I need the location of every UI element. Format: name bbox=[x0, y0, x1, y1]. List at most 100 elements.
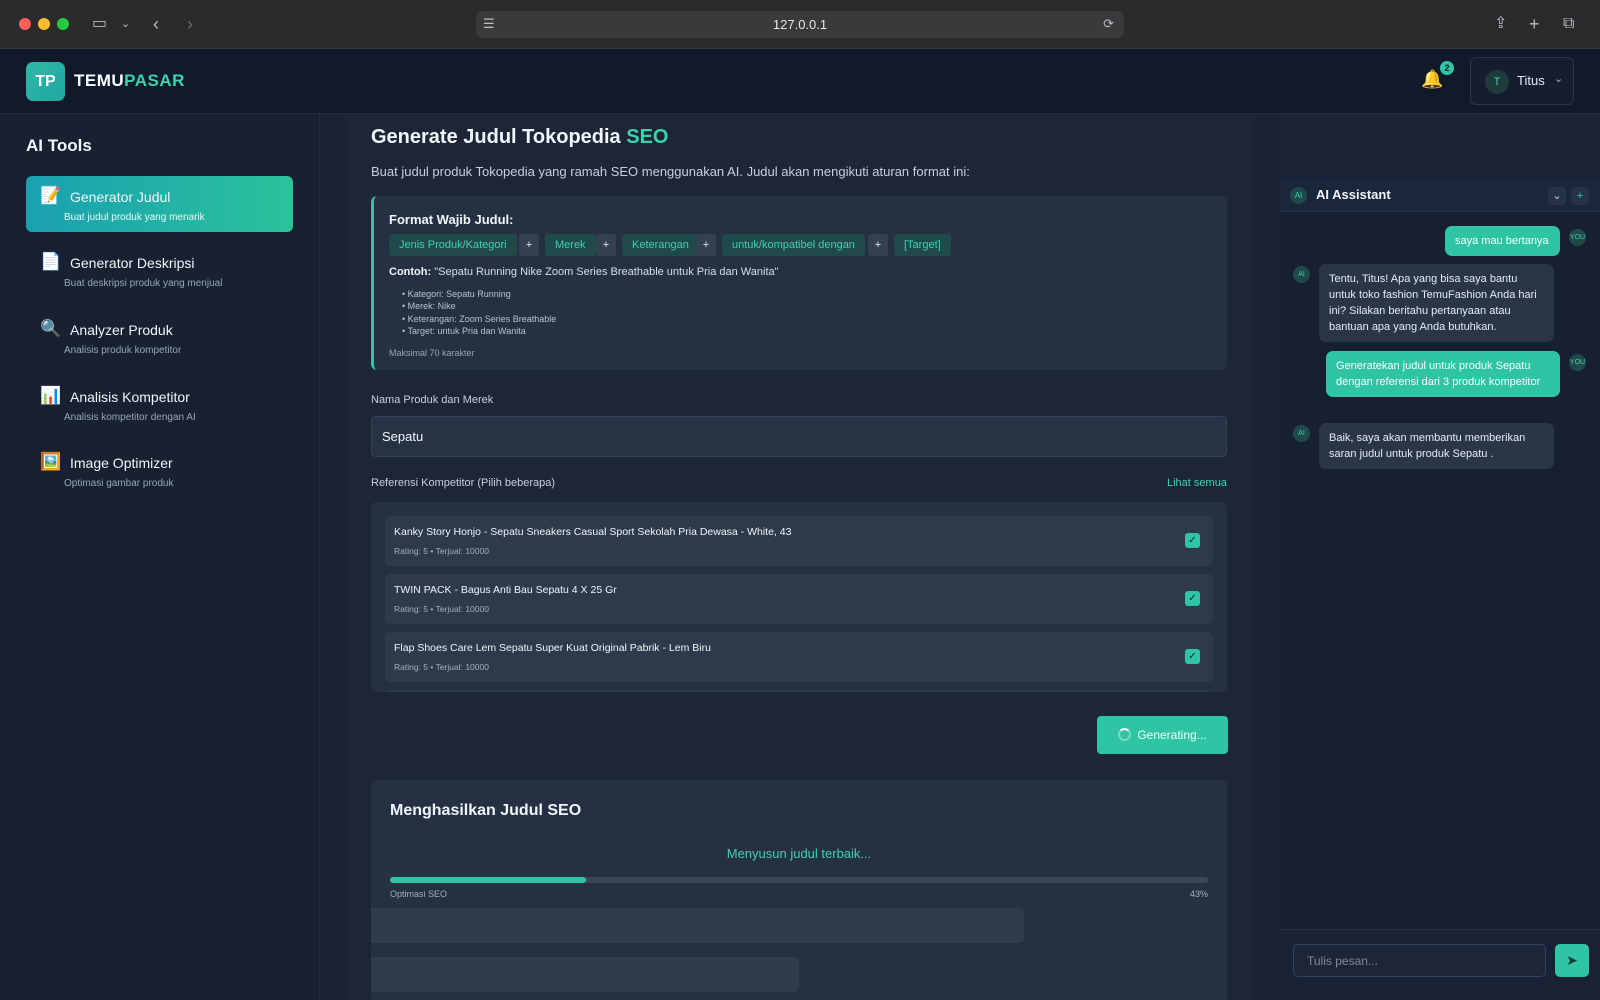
progress-bar bbox=[390, 877, 1208, 883]
competitor-checkbox[interactable]: ✓ bbox=[1185, 533, 1200, 548]
page-title-main: Generate Judul Tokopedia bbox=[371, 126, 621, 148]
user-name: Titus bbox=[1517, 73, 1545, 88]
max-characters-note: Maksimal 70 karakter bbox=[389, 348, 475, 358]
logo-icon[interactable]: TP bbox=[26, 62, 65, 101]
list-item[interactable]: Flap Shoes Care Lem Sepatu Super Kuat Or… bbox=[385, 632, 1213, 682]
back-icon[interactable]: ‹ bbox=[153, 14, 159, 34]
chevron-down-icon[interactable]: ⌄ bbox=[1548, 187, 1566, 205]
sidebar-item-analyzer-produk[interactable]: 🔍 Analyzer Produk Analisis produk kompet… bbox=[26, 309, 293, 365]
ai-avatar: AI bbox=[1290, 187, 1307, 204]
ai-avatar: AI bbox=[1293, 425, 1310, 442]
example-breakdown: • Kategori: Sepatu Running • Merek: Nike… bbox=[402, 288, 556, 338]
user-avatar: YOU bbox=[1569, 354, 1586, 371]
maximize-window-button[interactable] bbox=[57, 18, 69, 30]
example-text: "Sepatu Running Nike Zoom Series Breatha… bbox=[434, 266, 779, 278]
competitor-title: TWIN PACK - Bagus Anti Bau Sepatu 4 X 25… bbox=[394, 584, 617, 596]
forward-icon[interactable]: › bbox=[187, 14, 193, 34]
list-item[interactable]: Kanky Story Honjo - Sepatu Sneakers Casu… bbox=[385, 516, 1213, 566]
see-all-link[interactable]: Lihat semua bbox=[1167, 477, 1227, 489]
sidebar-item-desc: Optimasi gambar produk bbox=[64, 478, 174, 489]
tabs-overview-icon[interactable]: ⧉ bbox=[1563, 14, 1574, 34]
sidebar-title: AI Tools bbox=[26, 136, 92, 155]
format-chip-brand: Merek bbox=[545, 234, 596, 256]
ai-assistant-panel: AI AI Assistant ⌄ + saya mau bertanya YO… bbox=[1280, 114, 1600, 1000]
sidebar-toggle-icon[interactable]: ▭ bbox=[92, 14, 107, 34]
sidebar-item-image-optimizer[interactable]: 🖼️ Image Optimizer Optimasi gambar produ… bbox=[26, 442, 293, 498]
format-plus: + bbox=[596, 234, 616, 256]
generate-button-label: Generating... bbox=[1137, 728, 1207, 742]
user-avatar: YOU bbox=[1569, 229, 1586, 246]
chevron-down-icon[interactable]: ⌄ bbox=[121, 14, 130, 34]
chevron-down-icon: ⌄ bbox=[1554, 73, 1564, 85]
progress-fill bbox=[390, 877, 587, 883]
progress-label: Optimasi SEO bbox=[390, 889, 448, 899]
format-title: Format Wajib Judul: bbox=[389, 212, 514, 227]
new-chat-icon[interactable]: + bbox=[1571, 187, 1589, 205]
product-name-input[interactable] bbox=[371, 416, 1227, 457]
close-window-button[interactable] bbox=[19, 18, 31, 30]
skeleton-placeholder bbox=[371, 957, 799, 992]
send-icon: ➤ bbox=[1566, 952, 1578, 968]
sidebar-item-desc: Analisis kompetitor dengan AI bbox=[64, 412, 196, 423]
sidebar-item-desc: Buat judul produk yang menarik bbox=[64, 212, 205, 223]
translate-reload-icon[interactable]: ⟳ bbox=[1103, 16, 1114, 32]
sidebar-item-analisis-kompetitor[interactable]: 📊 Analisis Kompetitor Analisis kompetito… bbox=[26, 376, 293, 432]
page-subtitle: Buat judul produk Tokopedia yang ramah S… bbox=[371, 164, 970, 179]
format-chip-target: [Target] bbox=[894, 234, 951, 256]
bell-icon[interactable]: 🔔 bbox=[1421, 69, 1443, 90]
example-bullet: • Keterangan: Zoom Series Breathable bbox=[402, 313, 557, 324]
format-chip-category: Jenis Produk/Kategori bbox=[389, 234, 517, 256]
competitor-meta: Rating: 5 • Terjual: 10000 bbox=[394, 604, 489, 614]
magnifier-icon: 🔍 bbox=[40, 319, 62, 338]
send-button[interactable]: ➤ bbox=[1555, 944, 1589, 977]
competitor-title: Kanky Story Honjo - Sepatu Sneakers Casu… bbox=[394, 526, 792, 538]
generate-button[interactable]: Generating... bbox=[1097, 716, 1228, 754]
sidebar-item-label: Analisis Kompetitor bbox=[70, 389, 190, 405]
competitor-checkbox[interactable]: ✓ bbox=[1185, 649, 1200, 664]
app-header: TP TEMUPASAR 🔔 2 T Titus ⌄ bbox=[0, 49, 1600, 114]
list-item[interactable] bbox=[385, 690, 1213, 692]
sidebar-item-label: Generator Deskripsi bbox=[70, 255, 195, 271]
bar-chart-icon: 📊 bbox=[40, 386, 62, 405]
minimize-window-button[interactable] bbox=[38, 18, 50, 30]
assistant-title: AI Assistant bbox=[1316, 187, 1391, 202]
format-rules-box: Format Wajib Judul: Jenis Produk/Kategor… bbox=[371, 196, 1227, 370]
result-card: Menghasilkan Judul SEO Menyusun judul te… bbox=[371, 780, 1227, 1000]
notification-badge: 2 bbox=[1440, 61, 1454, 75]
memo-icon: 📝 bbox=[40, 186, 62, 205]
sidebar-item-generator-judul[interactable]: 📝 Generator Judul Buat judul produk yang… bbox=[26, 176, 293, 232]
result-status: Menyusun judul terbaik... bbox=[726, 846, 872, 861]
share-icon[interactable]: ⇪ bbox=[1494, 14, 1507, 34]
chat-message-ai: Baik, saya akan membantu memberikan sara… bbox=[1319, 423, 1554, 469]
new-tab-icon[interactable]: + bbox=[1529, 14, 1540, 34]
document-icon: 📄 bbox=[40, 252, 62, 271]
format-chip-description: Keterangan bbox=[622, 234, 699, 256]
competitor-meta: Rating: 5 • Terjual: 10000 bbox=[394, 662, 489, 672]
address-bar[interactable]: ☰ 127.0.0.1 ⟳ bbox=[476, 11, 1124, 38]
competitor-checkbox[interactable]: ✓ bbox=[1185, 591, 1200, 606]
competitor-meta: Rating: 5 • Terjual: 10000 bbox=[394, 546, 489, 556]
chat-message-input[interactable] bbox=[1293, 944, 1546, 977]
user-menu-button[interactable]: T Titus ⌄ bbox=[1470, 57, 1574, 105]
format-plus: + bbox=[868, 234, 888, 256]
product-name-label: Nama Produk dan Merek bbox=[371, 394, 494, 406]
format-chip-compatibility: untuk/kompatibel dengan bbox=[722, 234, 865, 256]
url-text: 127.0.0.1 bbox=[772, 17, 828, 32]
browser-chrome: ▭ ⌄ ‹ › ☰ 127.0.0.1 ⟳ ⇪ + ⧉ bbox=[0, 0, 1600, 49]
competitor-list[interactable]: Kanky Story Honjo - Sepatu Sneakers Casu… bbox=[371, 502, 1227, 692]
sidebar-item-label: Image Optimizer bbox=[70, 455, 173, 471]
format-plus: + bbox=[696, 234, 716, 256]
assistant-header: AI AI Assistant ⌄ + bbox=[1280, 180, 1600, 212]
example-label: Contoh: bbox=[389, 266, 432, 278]
list-item[interactable]: TWIN PACK - Bagus Anti Bau Sepatu 4 X 25… bbox=[385, 574, 1213, 624]
competitor-title: Flap Shoes Care Lem Sepatu Super Kuat Or… bbox=[394, 642, 711, 654]
format-example: Contoh: "Sepatu Running Nike Zoom Series… bbox=[389, 266, 779, 278]
avatar: T bbox=[1485, 70, 1509, 94]
brand-name[interactable]: TEMUPASAR bbox=[74, 71, 185, 91]
sidebar-item-label: Generator Judul bbox=[70, 189, 171, 205]
sidebar-item-desc: Analisis produk kompetitor bbox=[64, 345, 182, 356]
example-bullet: • Target: untuk Pria dan Wanita bbox=[402, 326, 526, 337]
page-title-accent: SEO bbox=[626, 126, 669, 148]
result-title: Menghasilkan Judul SEO bbox=[390, 802, 582, 819]
sidebar-item-generator-deskripsi[interactable]: 📄 Generator Deskripsi Buat deskripsi pro… bbox=[26, 242, 293, 298]
